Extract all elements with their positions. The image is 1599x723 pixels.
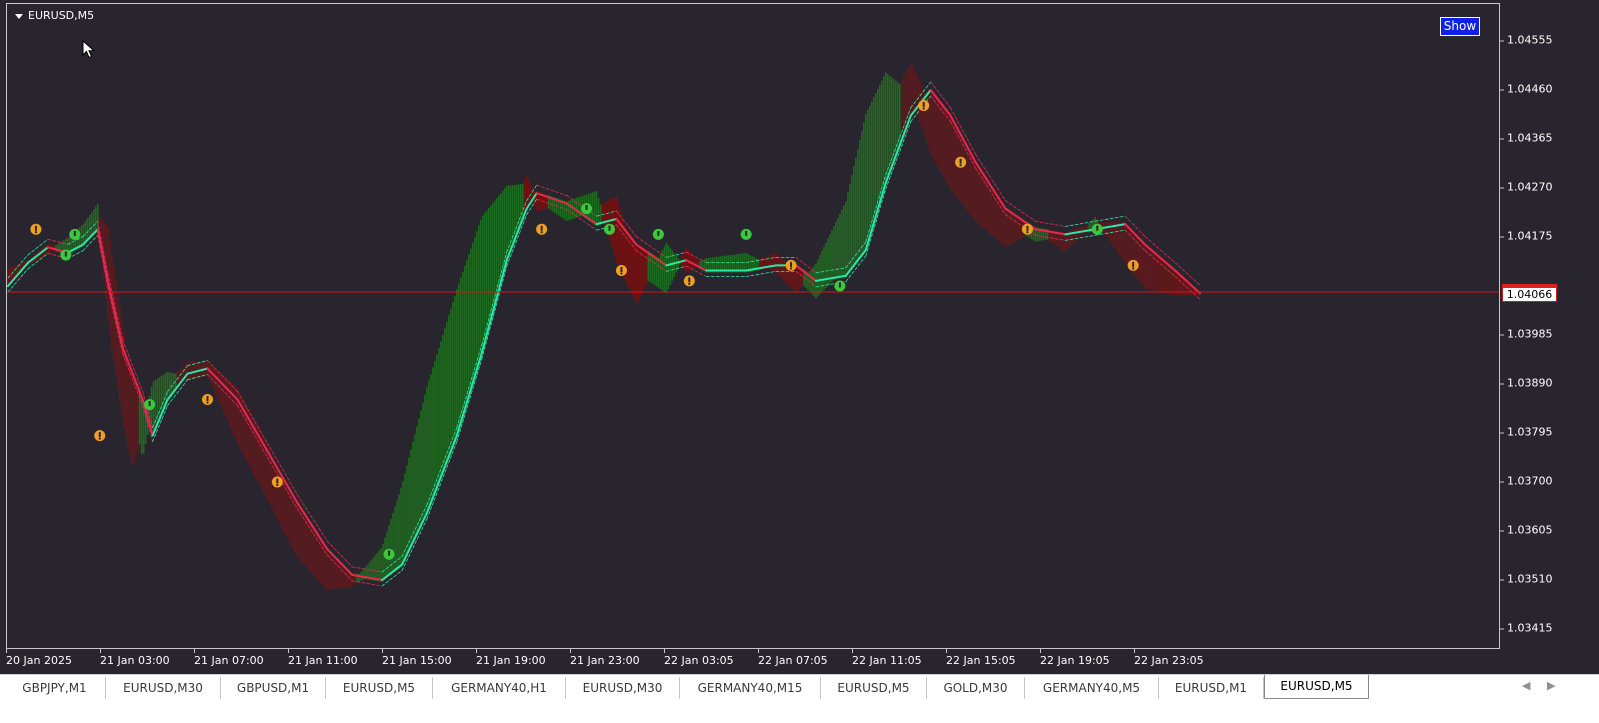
- ma-band-segment: [685, 265, 707, 277]
- time-tick-label: 22 Jan 03:05: [664, 649, 734, 667]
- signal-dot: [688, 282, 691, 285]
- signal-dot: [1096, 225, 1099, 228]
- time-tick-label: 21 Jan 15:00: [382, 649, 452, 667]
- signal-mark: [959, 158, 962, 164]
- ma-band-segment: [795, 256, 817, 274]
- signal-mark: [34, 225, 37, 231]
- signal-dot: [959, 164, 962, 167]
- chart-tab[interactable]: EURUSD,M5: [326, 677, 433, 699]
- price-tick-label: 1.03415: [1500, 621, 1553, 635]
- chart-window[interactable]: EURUSD,M5 Show 1.04555 1.04460 1.04365 1.04…: [0, 0, 1599, 680]
- price-tick-label: 1.03795: [1500, 425, 1553, 439]
- signal-mark: [1132, 261, 1135, 267]
- signal-dot: [922, 107, 925, 110]
- signal-dot: [1026, 231, 1029, 234]
- signal-dot: [276, 483, 279, 487]
- signal-dot: [387, 550, 391, 553]
- signal-dot: [206, 401, 209, 404]
- signal-dot: [585, 205, 588, 208]
- chart-plot-area[interactable]: EURUSD,M5: [6, 3, 1500, 649]
- signal-mark: [540, 225, 543, 231]
- chart-tab[interactable]: GOLD,M30: [927, 677, 1025, 699]
- signal-mark: [620, 267, 623, 273]
- signal-dot: [98, 437, 101, 440]
- signal-mark: [276, 478, 279, 484]
- time-tick-label: 21 Jan 19:00: [476, 649, 546, 667]
- price-tick-label: 1.03605: [1500, 523, 1553, 537]
- price-tick-label: 1.04365: [1500, 131, 1553, 145]
- signal-mark: [790, 261, 793, 267]
- chart-tab[interactable]: EURUSD,M1: [1159, 677, 1264, 699]
- price-tick-label: 1.03985: [1500, 327, 1553, 341]
- time-tick-label: 22 Jan 07:05: [758, 649, 828, 667]
- scroll-left-icon[interactable]: ◀: [1522, 679, 1530, 692]
- signal-mark: [922, 101, 925, 107]
- signal-dot: [540, 231, 543, 234]
- symbol-title-label: EURUSD,M5: [28, 9, 95, 22]
- signal-mark: [206, 395, 209, 401]
- signal-dot: [745, 230, 748, 234]
- symbol-title[interactable]: EURUSD,M5: [15, 9, 94, 22]
- time-tick-label: 21 Jan 07:00: [194, 649, 264, 667]
- ma-band-segment: [745, 270, 777, 277]
- price-tick-label: 1.03510: [1500, 572, 1553, 586]
- time-axis: 20 Jan 2025 21 Jan 03:00 21 Jan 07:00 21 Ja…: [6, 649, 1500, 674]
- signal-dot: [148, 401, 151, 404]
- chart-tab-bar: ◀ ▶ GBPJPY,M1 EURUSD,M30 GBPUSD,M1 EURUSD,M…: [0, 674, 1599, 723]
- time-tick-label: 22 Jan 15:05: [946, 649, 1016, 667]
- current-price-label: 1.04066: [1502, 284, 1557, 302]
- time-tick-label: 21 Jan 11:00: [288, 649, 358, 667]
- ma-band-segment: [1035, 220, 1066, 227]
- chart-tab[interactable]: GBPUSD,M1: [221, 677, 326, 699]
- time-tick-label: 20 Jan 2025: [6, 649, 72, 667]
- signal-dot: [34, 231, 38, 234]
- time-tick-label: 21 Jan 23:00: [570, 649, 640, 667]
- signal-dot: [73, 230, 76, 234]
- price-tick-label: 1.04175: [1500, 229, 1553, 243]
- ma-line-segment: [26, 246, 49, 264]
- signal-dot: [657, 230, 660, 234]
- chart-tab[interactable]: GERMANY40,H1: [433, 677, 566, 699]
- signal-mark: [688, 277, 691, 283]
- chart-tab[interactable]: EURUSD,M5: [821, 677, 927, 699]
- chart-tab[interactable]: GERMANY40,M15: [680, 677, 821, 699]
- time-tick-label: 22 Jan 19:05: [1040, 649, 1110, 667]
- time-tick-label: 22 Jan 23:05: [1134, 649, 1204, 667]
- time-tick-label: 21 Jan 03:00: [100, 649, 170, 667]
- price-tick-label: 1.04460: [1500, 82, 1553, 96]
- signal-dot: [789, 267, 793, 270]
- signal-dot: [64, 251, 67, 254]
- signal-dot: [1132, 267, 1135, 270]
- signal-dot: [608, 225, 611, 228]
- price-chart[interactable]: [7, 4, 1500, 649]
- signal-dot: [838, 282, 842, 285]
- signal-mark: [98, 432, 101, 438]
- scroll-right-icon[interactable]: ▶: [1547, 679, 1555, 692]
- dropdown-triangle-icon[interactable]: [15, 13, 23, 19]
- chart-tab[interactable]: EURUSD,M30: [566, 677, 680, 699]
- price-tick-label: 1.04270: [1500, 180, 1553, 194]
- mouse-cursor-icon: [82, 40, 96, 59]
- signal-mark: [1026, 225, 1029, 231]
- price-tick-label: 1.03890: [1500, 376, 1553, 390]
- chart-tab[interactable]: GERMANY40,M5: [1025, 677, 1159, 699]
- signal-dot: [620, 272, 623, 275]
- chart-tab[interactable]: GBPJPY,M1: [4, 677, 106, 699]
- ma-band-segment: [47, 238, 69, 245]
- chart-tab[interactable]: EURUSD,M30: [106, 677, 221, 699]
- show-button[interactable]: Show: [1440, 17, 1480, 36]
- tab-active[interactable]: EURUSD,M5: [1264, 675, 1369, 699]
- price-tick-label: 1.03700: [1500, 474, 1553, 488]
- price-tick-label: 1.04555: [1500, 33, 1553, 47]
- ma-band-segment: [1094, 215, 1126, 222]
- time-tick-label: 22 Jan 11:05: [852, 649, 922, 667]
- price-axis: 1.04555 1.04460 1.04365 1.04270 1.04175 1.039…: [1500, 3, 1599, 649]
